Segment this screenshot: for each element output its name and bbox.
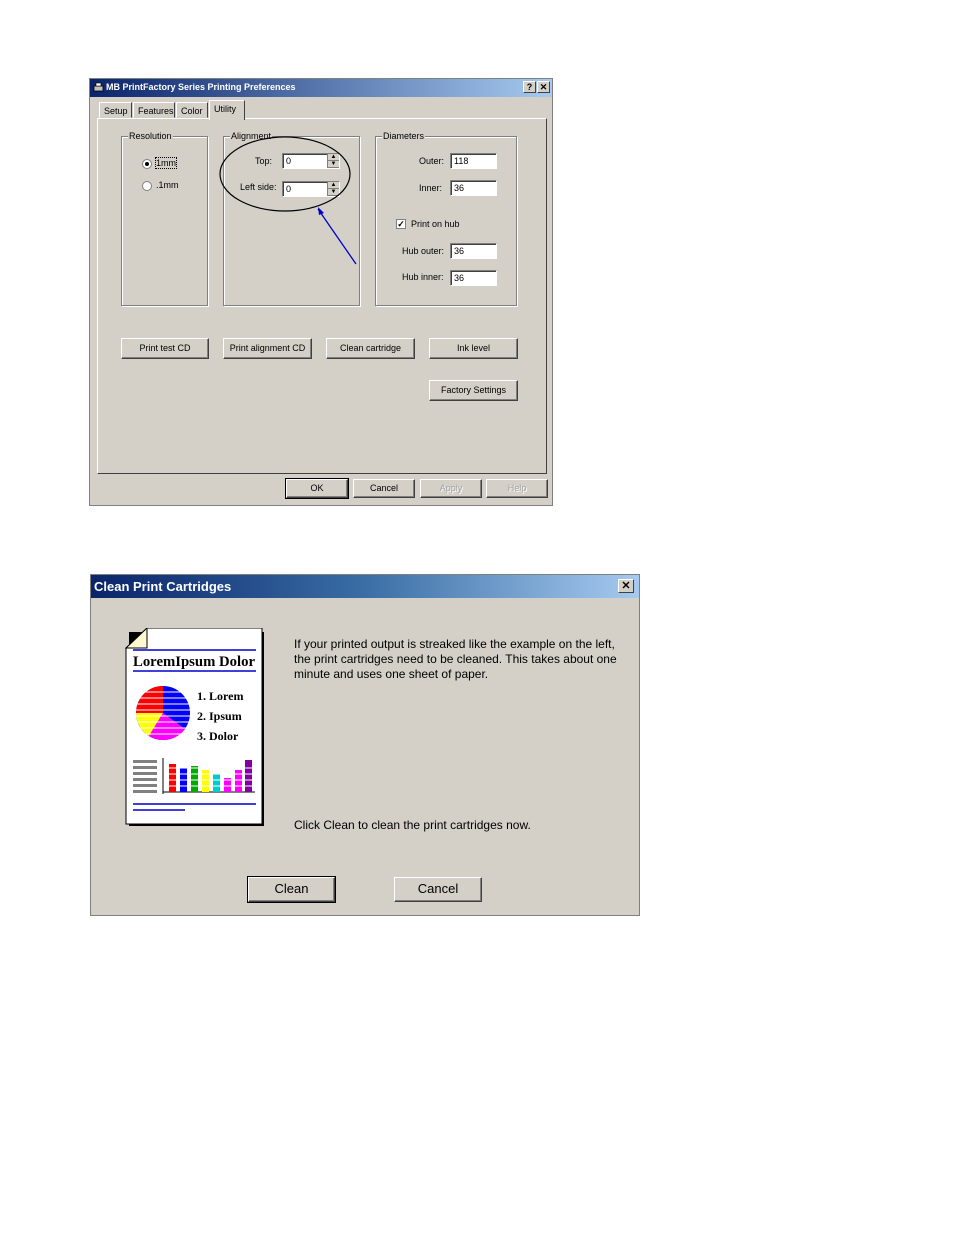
clean-button[interactable]: Clean	[247, 876, 336, 903]
example-item-1: 1. Lorem	[197, 689, 243, 703]
clean-title: Clean Print Cartridges	[94, 579, 232, 594]
example-page-illustration: LoremIpsum Dolor 1. Lorem 2. Ipsum 3. Do…	[124, 626, 264, 826]
tab-utility[interactable]: Utility	[209, 100, 245, 120]
clean-instruction: Click Clean to clean the print cartridge…	[294, 818, 531, 832]
annotation-arrowhead	[318, 207, 324, 215]
clean-title-bar: Clean Print Cartridges ✕	[91, 575, 639, 598]
annotation-arrow-line	[317, 208, 357, 265]
printing-preferences-dialog: MB PrintFactory Series Printing Preferen…	[89, 78, 553, 506]
alignment-annotation	[219, 136, 357, 265]
example-heading: LoremIpsum Dolor	[133, 654, 255, 670]
clean-print-cartridges-dialog: Clean Print Cartridges ✕ LoremIpsum Dolo…	[90, 574, 640, 916]
clean-cancel-button[interactable]: Cancel	[394, 877, 482, 902]
example-item-3: 3. Dolor	[197, 729, 239, 743]
clean-close-icon[interactable]: ✕	[618, 579, 634, 593]
streaked-output-example: LoremIpsum Dolor 1. Lorem 2. Ipsum 3. Do…	[124, 626, 265, 827]
streak-message: If your printed output is streaked like …	[294, 637, 617, 681]
highlight-ellipse	[219, 136, 351, 212]
example-item-2: 2. Ipsum	[197, 709, 242, 723]
